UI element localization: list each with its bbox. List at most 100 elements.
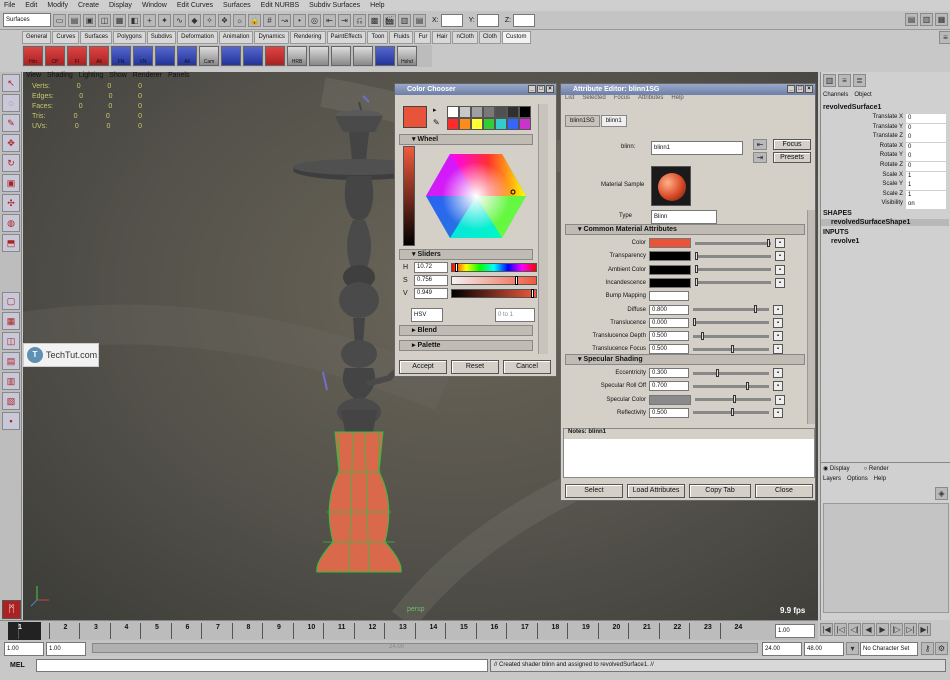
accept-button[interactable]: Accept <box>399 360 447 374</box>
show-output-icon[interactable]: ⇥ <box>753 152 767 163</box>
shelf-tab-surfaces[interactable]: Surfaces <box>80 31 113 44</box>
render-current-icon[interactable]: 🎬 <box>383 13 396 27</box>
menu-edit[interactable]: Edit <box>25 2 37 9</box>
layer-menu-options[interactable]: Options <box>847 476 868 482</box>
ae-menu-list[interactable]: List <box>565 95 574 105</box>
shelf-tab-custom[interactable]: Custom <box>501 31 531 44</box>
mel-input[interactable] <box>36 659 488 672</box>
type-dropdown[interactable]: Blinn <box>651 210 717 224</box>
pick-joints-icon[interactable]: ✦ <box>158 13 171 27</box>
palette-swatch-5[interactable] <box>495 106 507 118</box>
minimize-button[interactable]: _ <box>528 85 536 93</box>
channel-row-scale-x[interactable]: Scale X1 <box>821 171 950 182</box>
channel-row-visibility[interactable]: Visibility on <box>821 200 950 210</box>
range-dropdown[interactable]: 0 to 1 <box>495 308 535 322</box>
attr-color-box[interactable] <box>649 277 691 288</box>
attribute-icon[interactable]: ≣ <box>853 74 866 87</box>
channel-value[interactable]: 0 <box>906 152 946 162</box>
attr-value-field[interactable] <box>649 291 689 302</box>
ae-menu-attributes[interactable]: Attributes <box>638 95 663 105</box>
input-name[interactable]: revolve1 <box>831 238 859 245</box>
menu-help[interactable]: Help <box>370 2 384 9</box>
current-color-swatch[interactable] <box>403 106 427 128</box>
map-button-icon[interactable]: ▪ <box>775 238 785 248</box>
step-back-frame-icon[interactable]: ◁| <box>848 623 861 636</box>
attr-slider[interactable] <box>695 238 771 247</box>
channel-row-rotate-x[interactable]: Rotate X0 <box>821 142 950 153</box>
shelf-tab-general[interactable]: General <box>22 31 52 44</box>
color-mode-dropdown[interactable]: HSV <box>411 308 443 322</box>
shelf-button-9-icon[interactable]: Cam <box>199 46 219 66</box>
eyedropper-icon[interactable]: ✎ <box>433 118 440 127</box>
channel-value[interactable]: on <box>906 200 946 210</box>
channel-value[interactable]: 1 <box>906 190 946 200</box>
ipr-render-icon[interactable]: ▥ <box>398 13 411 27</box>
pick-curves-icon[interactable]: ∿ <box>173 13 186 27</box>
render-view-icon[interactable]: ▩ <box>368 13 381 27</box>
sliders-section-header[interactable]: ▾ Sliders <box>399 249 533 260</box>
shelf-tab-rendering[interactable]: Rendering <box>289 31 326 44</box>
channel-row-scale-z[interactable]: Scale Z1 <box>821 190 950 201</box>
v-slider[interactable] <box>451 289 537 298</box>
show-tool-settings-icon[interactable]: ▥ <box>920 13 933 26</box>
attr-slider[interactable] <box>695 251 771 260</box>
attr-slider-handle[interactable] <box>733 395 736 404</box>
notes-area[interactable]: Notes: blinn1 <box>563 428 815 478</box>
scale-tool-icon[interactable]: ▣ <box>2 174 20 192</box>
layer-editor-icon[interactable]: ≡ <box>838 74 851 87</box>
attr-slider-handle[interactable] <box>731 408 734 417</box>
map-button-icon[interactable]: ▪ <box>775 264 785 275</box>
shelf-button-11-icon[interactable] <box>243 46 263 66</box>
pick-dynamics-icon[interactable]: ❖ <box>218 13 231 27</box>
channel-row-translate-x[interactable]: Translate X0 <box>821 114 950 124</box>
attr-slider[interactable] <box>693 408 769 417</box>
channel-row-rotate-y[interactable]: Rotate Y0 <box>821 152 950 162</box>
attr-slider[interactable] <box>693 318 769 327</box>
attr-slider-handle[interactable] <box>700 331 704 340</box>
attr-slider-handle[interactable] <box>693 318 696 327</box>
shelf-button-16-icon[interactable] <box>353 46 373 66</box>
menu-create[interactable]: Create <box>78 2 99 9</box>
shelf-tab-painteffects[interactable]: PaintEffects <box>326 31 367 44</box>
channel-row-translate-z[interactable]: Translate Z0 <box>821 133 950 143</box>
palette-swatch-9[interactable] <box>459 118 471 130</box>
shelf-tab-dynamics[interactable]: Dynamics <box>254 31 289 44</box>
shelf-tab-deformation[interactable]: Deformation <box>177 31 218 44</box>
channel-value[interactable]: 1 <box>906 181 946 191</box>
s-slider[interactable] <box>451 276 537 285</box>
attr-slider[interactable] <box>693 305 769 313</box>
viewport-menu-panels[interactable]: Panels <box>168 72 189 82</box>
range-slider[interactable]: 24.00 <box>92 643 758 653</box>
attr-slider[interactable] <box>693 368 769 377</box>
attr-color-box[interactable] <box>649 238 691 248</box>
select-hierarchy-icon[interactable]: ◫ <box>98 13 111 27</box>
palette-swatch-3[interactable] <box>471 106 483 118</box>
move-tool-icon[interactable]: ✥ <box>2 134 20 152</box>
reset-button[interactable]: Reset <box>451 360 499 374</box>
snap-point-icon[interactable]: • <box>293 13 306 27</box>
shelf-tab-hair[interactable]: Hair <box>432 31 452 44</box>
channel-value[interactable]: 0 <box>906 133 946 143</box>
color-wheel-hexagon[interactable] <box>425 152 527 240</box>
ae-menu-selected[interactable]: Selected <box>582 95 605 105</box>
shelf-button-1-icon[interactable]: Hm <box>23 46 43 66</box>
shelf-tab-ncloth[interactable]: nCloth <box>452 31 478 44</box>
channel-value[interactable]: 0 <box>906 114 946 123</box>
snap-curve-icon[interactable]: ↝ <box>278 13 291 27</box>
attr-value-field[interactable]: 0.500 <box>649 407 689 418</box>
channel-value[interactable]: 0 <box>906 123 946 133</box>
attr-slider[interactable] <box>695 265 771 274</box>
palette-swatch-14[interactable] <box>519 118 531 130</box>
attr-slider-handle[interactable] <box>695 278 698 287</box>
history-input-icon[interactable]: ⇤ <box>323 13 336 27</box>
attr-value-field[interactable]: 0.800 <box>649 304 689 315</box>
start-time-field[interactable]: 1.00 <box>4 642 44 656</box>
history-output-icon[interactable]: ⇥ <box>338 13 351 27</box>
shelf-button-7-icon[interactable] <box>155 46 175 66</box>
palette-swatch-4[interactable] <box>483 106 495 118</box>
y-field[interactable] <box>476 13 499 27</box>
layout-hypershade-icon[interactable]: ▧ <box>2 392 20 410</box>
attr-slider[interactable] <box>693 381 769 390</box>
shelf-button-6-icon[interactable]: VN <box>133 46 153 66</box>
show-manip-icon[interactable]: ⬒ <box>2 234 20 252</box>
